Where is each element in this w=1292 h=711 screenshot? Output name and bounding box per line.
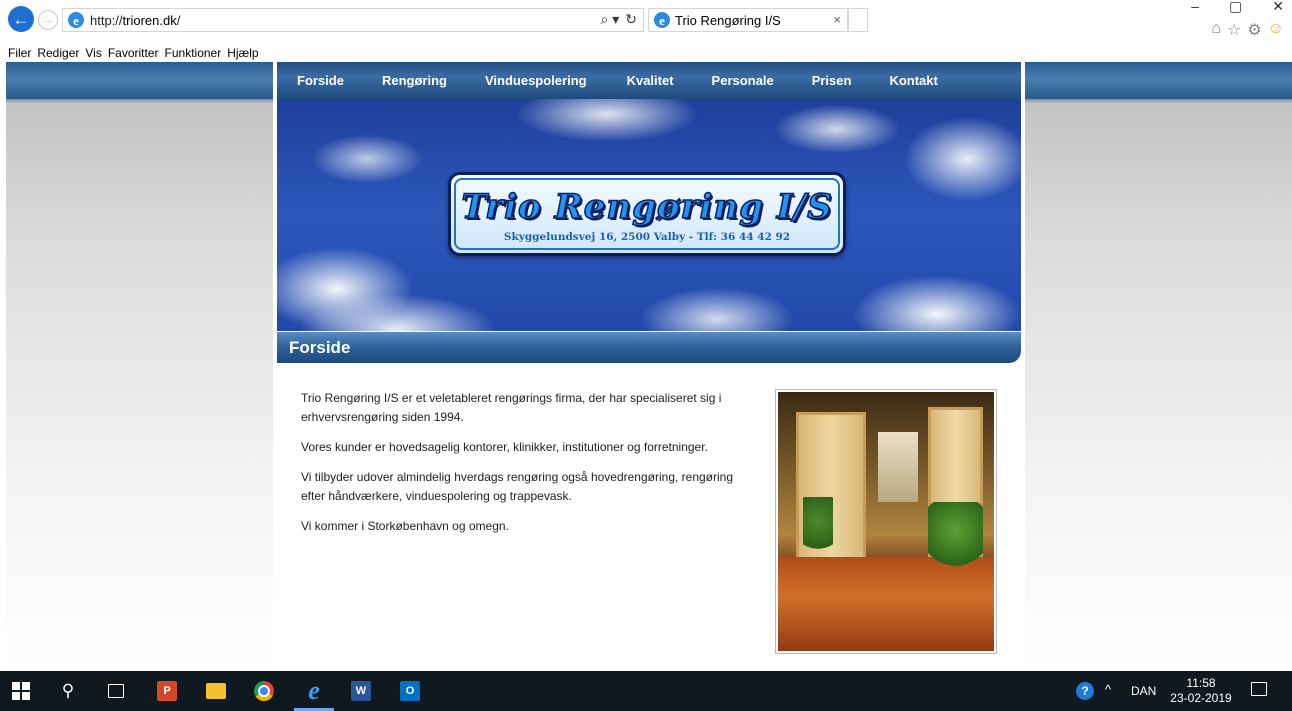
notifications-icon[interactable] <box>1251 682 1267 696</box>
windows-start-icon[interactable] <box>12 682 30 700</box>
menu-vis[interactable]: Vis <box>85 46 101 60</box>
menu-favoritter[interactable]: Favoritter <box>108 46 159 60</box>
page-title: Forside <box>289 338 351 357</box>
menu-bar: Filer Rediger Vis Favoritter Funktioner … <box>0 44 1292 62</box>
favorites-star-icon[interactable]: ☆ <box>1227 20 1241 40</box>
outlook-icon[interactable]: O <box>400 681 420 701</box>
tab-active[interactable]: e Trio Rengøring I/S × <box>648 8 848 32</box>
new-tab-button[interactable] <box>848 8 868 32</box>
clock-date: 23-02-2019 <box>1170 691 1232 705</box>
show-hidden-icons-icon[interactable]: ^ <box>1105 682 1111 697</box>
forward-arrow-icon: → <box>42 14 54 26</box>
search-icon[interactable]: ⚲ <box>58 681 78 701</box>
tab-title: Trio Rengøring I/S <box>675 13 781 28</box>
address-bar[interactable]: e http://trioren.dk/ ⌕ ▾ ↻ <box>62 8 644 32</box>
sky-banner: Trio Rengøring I/S Skyggelundsvej 16, 25… <box>277 99 1021 331</box>
logo-subtitle: Skyggelundsvej 16, 2500 Valby - Tlf: 36 … <box>503 231 791 243</box>
refresh-icon[interactable]: ↻ <box>625 11 637 28</box>
tab-close-icon[interactable]: × <box>833 12 841 27</box>
nav-kvalitet[interactable]: Kvalitet <box>627 73 674 99</box>
home-icon[interactable]: ⌂ <box>1211 20 1221 40</box>
internet-explorer-icon[interactable]: e <box>300 676 328 705</box>
nav-vinduespolering[interactable]: Vinduespolering <box>485 73 587 99</box>
url-text[interactable]: http://trioren.dk/ <box>90 13 180 28</box>
nav-forside[interactable]: Forside <box>297 73 344 99</box>
help-icon[interactable]: ? <box>1076 682 1094 700</box>
window-controls: – ▢ ✕ <box>1191 0 1284 15</box>
task-view-icon[interactable] <box>108 684 124 698</box>
browser-toolbar-icons: ⌂ ☆ ⚙ ☺ <box>1211 20 1284 40</box>
page-container: Forside Rengøring Vinduespolering Kvalit… <box>273 62 1025 671</box>
content-paragraph: Trio Rengøring I/S er et veletableret re… <box>301 391 722 424</box>
close-window-icon[interactable]: ✕ <box>1272 0 1284 15</box>
menu-funktioner[interactable]: Funktioner <box>165 46 222 60</box>
windows-taskbar: ⚲ P e W O ? ^ DAN 11:58 23-02-2019 <box>0 671 1292 711</box>
nav-prisen[interactable]: Prisen <box>812 73 852 99</box>
chrome-icon[interactable] <box>254 681 274 701</box>
nav-rengoring[interactable]: Rengøring <box>382 73 447 99</box>
forward-button[interactable]: → <box>38 10 58 30</box>
browser-chrome: ← → e http://trioren.dk/ ⌕ ▾ ↻ e Trio Re… <box>0 0 1292 44</box>
office-photo <box>775 389 997 654</box>
main-nav: Forside Rengøring Vinduespolering Kvalit… <box>277 62 1021 99</box>
restore-icon[interactable]: ▢ <box>1229 0 1242 15</box>
language-indicator[interactable]: DAN <box>1131 684 1156 698</box>
logo-title: Trio Rengøring I/S <box>461 186 833 228</box>
nav-kontakt[interactable]: Kontakt <box>889 73 937 99</box>
content-paragraph: Vores kunder er hovedsagelig kontorer, k… <box>301 440 708 454</box>
back-button[interactable]: ← <box>8 6 34 32</box>
main-content: Trio Rengøring I/S er et veletableret re… <box>301 389 751 547</box>
page-title-bar: Forside <box>277 332 1021 363</box>
clock[interactable]: 11:58 23-02-2019 <box>1170 676 1232 706</box>
menu-hjaelp[interactable]: Hjælp <box>227 46 258 60</box>
menu-filer[interactable]: Filer <box>8 46 31 60</box>
clock-time: 11:58 <box>1186 676 1216 690</box>
company-logo: Trio Rengøring I/S Skyggelundsvej 16, 25… <box>448 172 846 256</box>
content-paragraph: Vi tilbyder udover almindelig hverdags r… <box>301 470 734 503</box>
ie-site-icon: e <box>68 12 84 28</box>
settings-gear-icon[interactable]: ⚙ <box>1247 20 1261 40</box>
menu-rediger[interactable]: Rediger <box>37 46 79 60</box>
minimize-icon[interactable]: – <box>1191 0 1199 15</box>
tab-favicon-icon: e <box>654 12 670 28</box>
feedback-smiley-icon[interactable]: ☺ <box>1268 20 1284 40</box>
web-page: Forside Rengøring Vinduespolering Kvalit… <box>6 62 1292 671</box>
nav-personale[interactable]: Personale <box>712 73 774 99</box>
content-paragraph: Vi kommer i Storkøbenhavn og omegn. <box>301 519 509 533</box>
search-dropdown-icon[interactable]: ⌕ ▾ <box>601 11 620 28</box>
word-icon[interactable]: W <box>351 681 371 701</box>
back-arrow-icon: ← <box>12 9 30 29</box>
file-explorer-icon[interactable] <box>206 683 226 699</box>
powerpoint-icon[interactable]: P <box>157 681 177 701</box>
